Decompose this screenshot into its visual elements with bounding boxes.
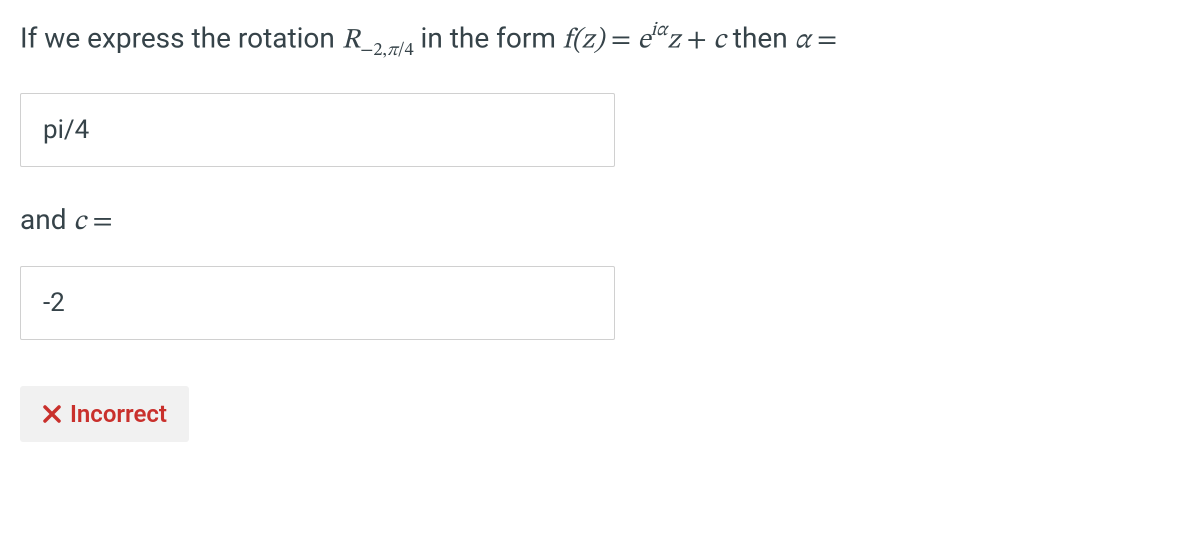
c-input[interactable]: -2 — [20, 266, 615, 340]
e-symbol: e — [638, 26, 651, 54]
question-prefix: If we express the rotation — [20, 21, 342, 54]
feedback-badge: Incorrect — [20, 386, 189, 442]
c-label: and c = — [20, 203, 1180, 240]
f-of-z: f(z) — [563, 26, 604, 54]
question-text: If we express the rotation R−2,π/4 in th… — [20, 18, 1180, 63]
x-icon — [42, 404, 62, 424]
then-text: then — [726, 21, 795, 54]
rotation-subscript: −2,π/4 — [360, 39, 413, 60]
c-symbol: c — [713, 26, 726, 54]
alpha-input-value: pi/4 — [43, 115, 89, 145]
rotation-R: R — [342, 26, 360, 54]
question-middle: in the form — [414, 21, 563, 54]
z-symbol: z — [667, 26, 680, 54]
feedback-text: Incorrect — [70, 400, 167, 428]
c-input-value: -2 — [43, 288, 65, 318]
exponent: iα — [651, 17, 668, 40]
alpha-input[interactable]: pi/4 — [20, 93, 615, 167]
alpha-symbol: α — [795, 26, 811, 54]
